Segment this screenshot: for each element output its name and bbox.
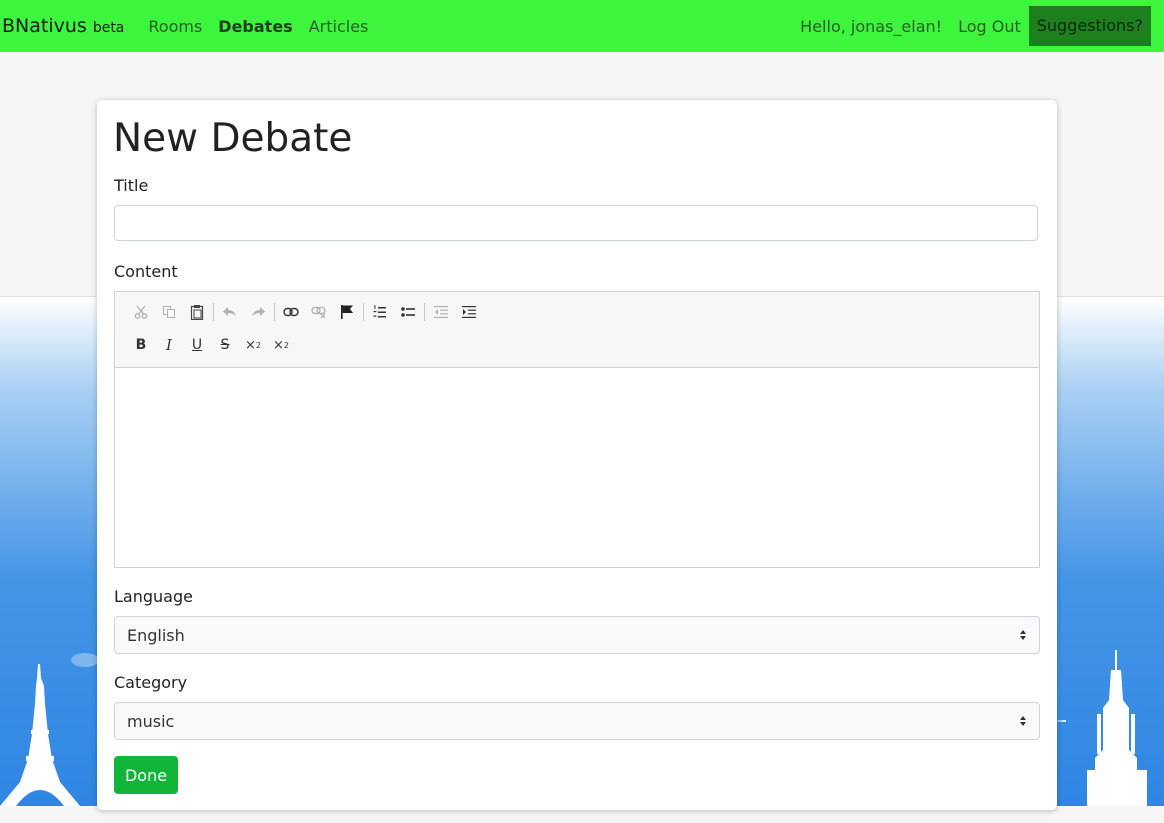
anchor-flag-icon[interactable] <box>333 299 361 325</box>
cut-icon[interactable] <box>127 299 155 325</box>
brand-beta-tag: beta <box>92 20 125 36</box>
new-debate-card: New Debate Title Content B I U S × 2 × 2… <box>97 100 1057 810</box>
underline-icon[interactable]: U <box>183 332 211 358</box>
language-label: Language <box>114 587 193 606</box>
superscript-icon[interactable]: × 2 <box>267 332 295 358</box>
subscript-icon[interactable]: × 2 <box>239 332 267 358</box>
unlink-icon[interactable] <box>305 299 333 325</box>
brand-name: BNativus <box>2 15 87 37</box>
main-nav: Rooms Debates Articles <box>148 17 368 36</box>
paste-icon[interactable] <box>183 299 211 325</box>
greeting-text[interactable]: Hello, jonas_elan! <box>800 17 942 36</box>
content-label: Content <box>114 262 178 281</box>
category-select-value: music <box>127 711 175 731</box>
toolbar-row-1 <box>127 299 483 325</box>
page-title: New Debate <box>113 116 353 161</box>
outdent-icon[interactable] <box>427 299 455 325</box>
nav-link-debates[interactable]: Debates <box>218 17 292 36</box>
title-label: Title <box>114 176 149 195</box>
top-navbar: BNativus beta Rooms Debates Articles Hel… <box>0 0 1164 52</box>
title-input[interactable] <box>114 205 1038 241</box>
toolbar-separator <box>274 303 275 321</box>
logout-link[interactable]: Log Out <box>958 17 1021 36</box>
nav-link-rooms[interactable]: Rooms <box>148 17 202 36</box>
language-select-value: English <box>127 625 185 645</box>
rich-text-editor: B I U S × 2 × 2 <box>114 291 1040 568</box>
copy-icon[interactable] <box>155 299 183 325</box>
nav-link-articles[interactable]: Articles <box>309 17 369 36</box>
toolbar-separator <box>363 303 364 321</box>
user-nav: Hello, jonas_elan! Log Out Suggestions? <box>800 0 1164 52</box>
done-button[interactable]: Done <box>114 756 178 794</box>
toolbar-row-2: B I U S × 2 × 2 <box>127 332 295 358</box>
toolbar-separator <box>213 303 214 321</box>
toolbar-separator <box>424 303 425 321</box>
brand-logo[interactable]: BNativus beta <box>2 15 124 37</box>
indent-icon[interactable] <box>455 299 483 325</box>
select-caret-icon <box>1020 630 1026 640</box>
category-label: Category <box>114 673 188 692</box>
undo-icon[interactable] <box>216 299 244 325</box>
palace-of-culture-icon <box>1087 650 1147 806</box>
link-icon[interactable] <box>277 299 305 325</box>
strikethrough-icon[interactable]: S <box>211 332 239 358</box>
category-select[interactable]: music <box>114 702 1040 740</box>
bold-icon[interactable]: B <box>127 332 155 358</box>
redo-icon[interactable] <box>244 299 272 325</box>
eiffel-tower-icon <box>0 664 80 806</box>
language-select[interactable]: English <box>114 616 1040 654</box>
numbered-list-icon[interactable] <box>366 299 394 325</box>
suggestions-button[interactable]: Suggestions? <box>1028 6 1151 46</box>
bulleted-list-icon[interactable] <box>394 299 422 325</box>
editor-toolbar: B I U S × 2 × 2 <box>115 292 1039 368</box>
italic-icon[interactable]: I <box>155 332 183 358</box>
select-caret-icon <box>1020 716 1026 726</box>
content-editor-area[interactable] <box>115 368 1039 567</box>
